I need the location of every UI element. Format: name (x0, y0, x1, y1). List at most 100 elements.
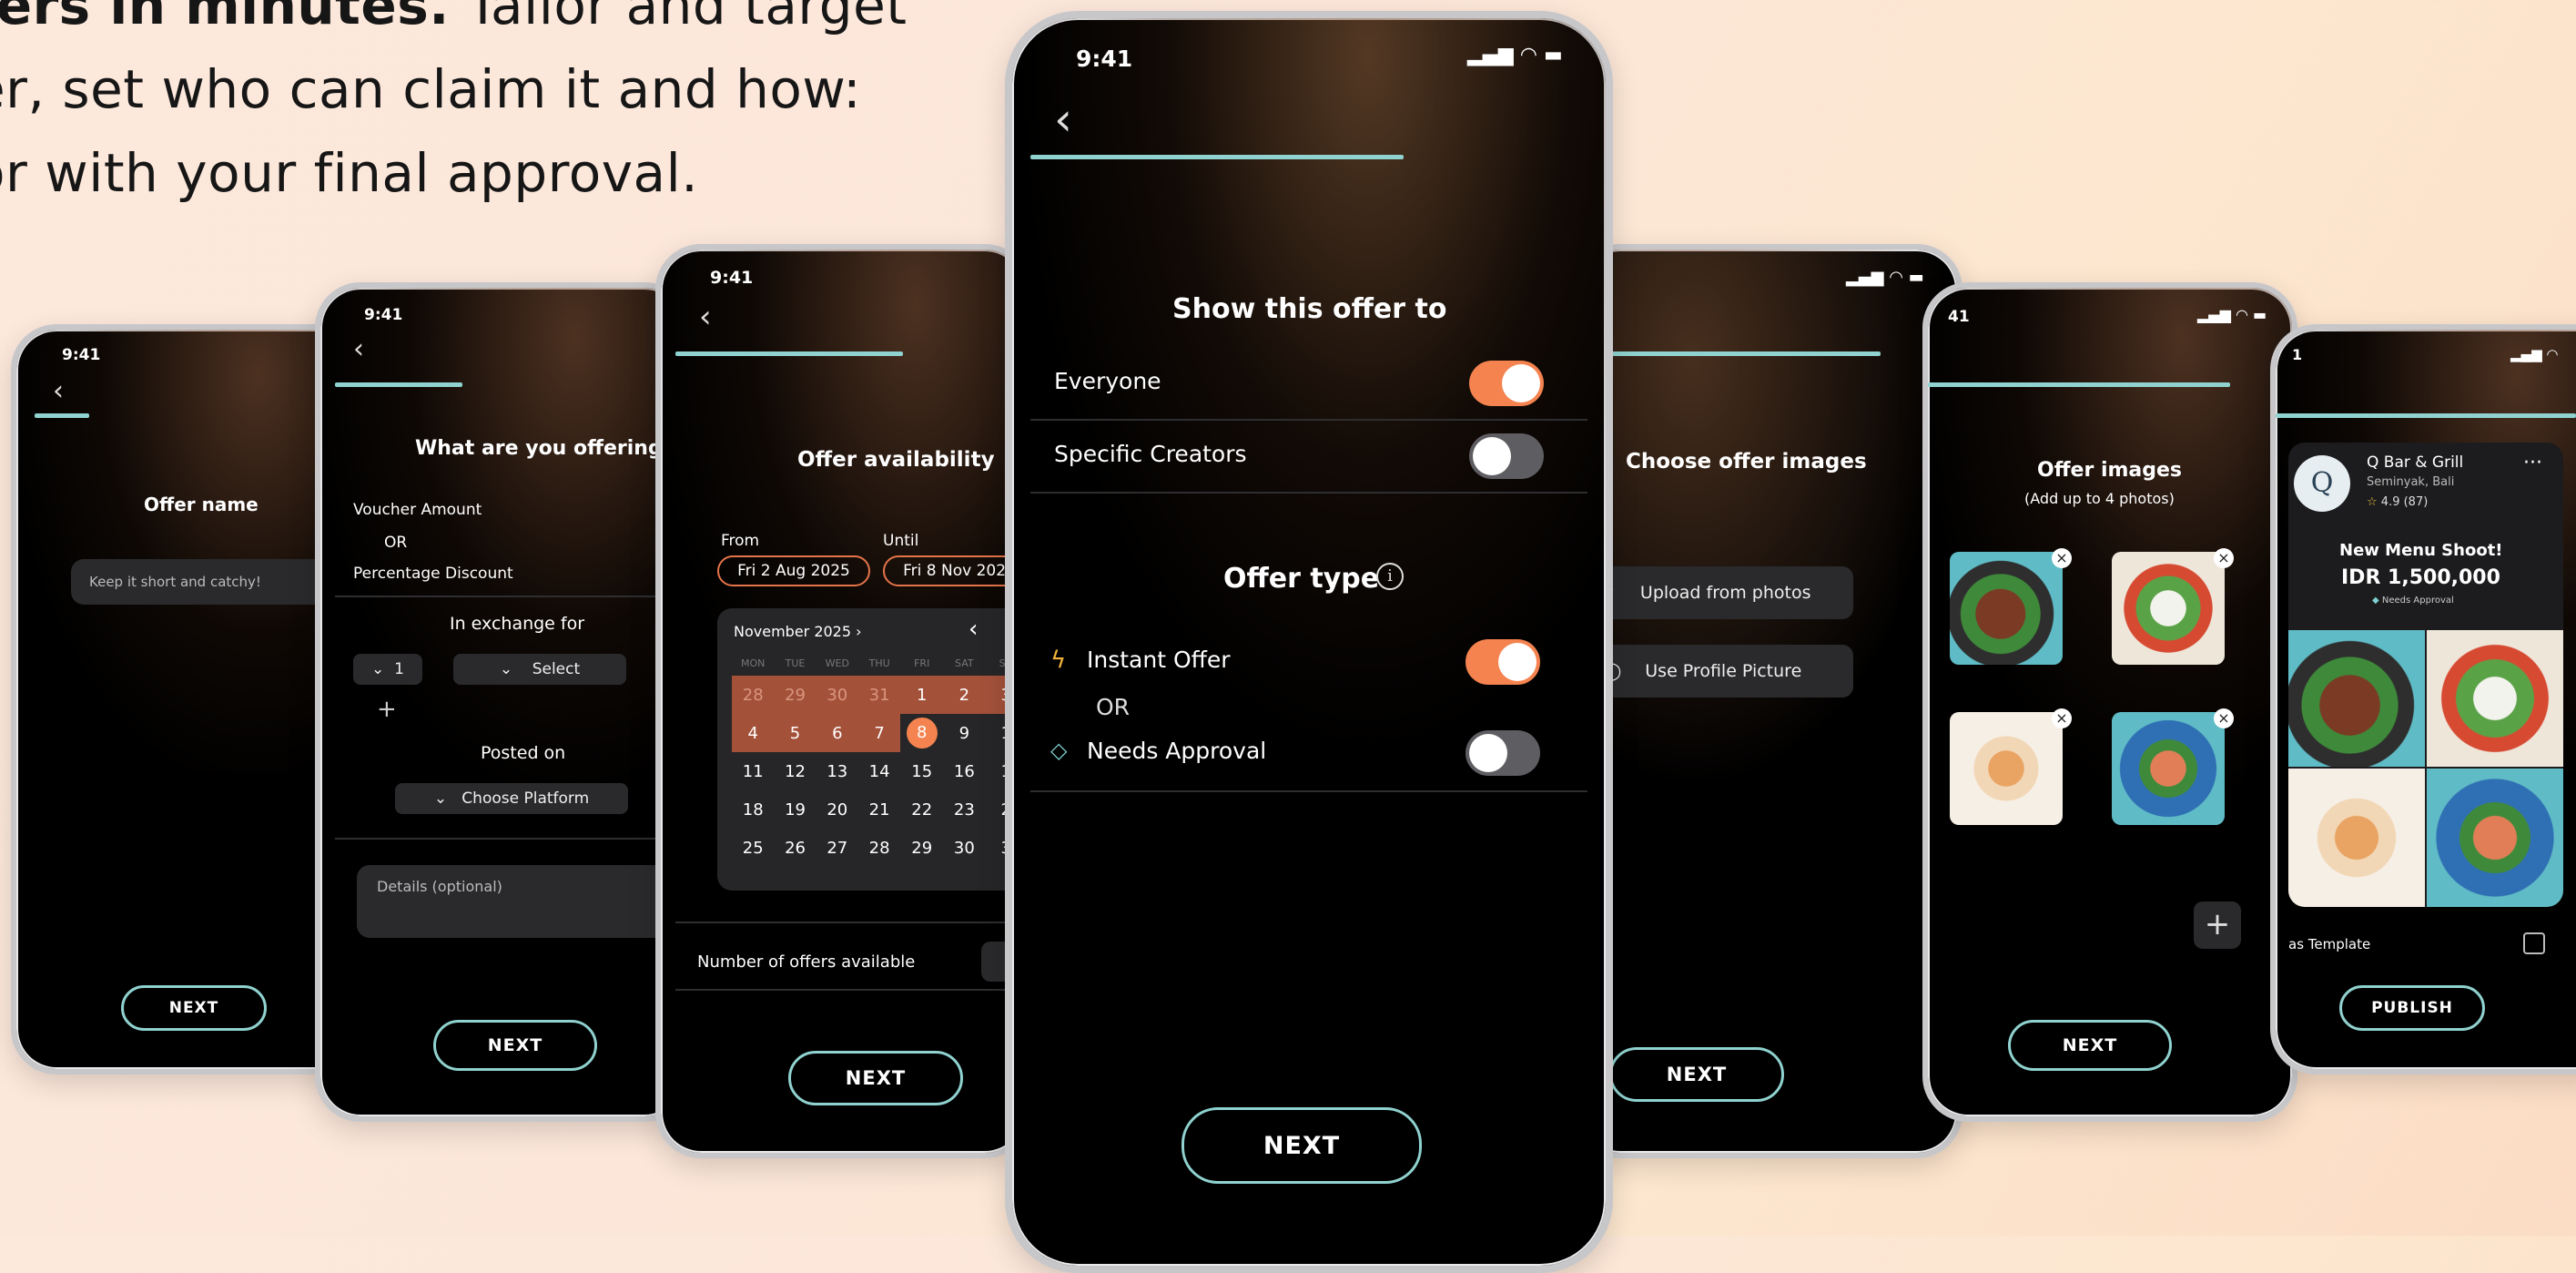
calendar-day[interactable]: 1 (900, 676, 944, 714)
specific-creators-label: Specific Creators (1054, 441, 1247, 467)
calendar-week: 1819202122232 (732, 790, 1025, 829)
next-button[interactable]: NEXT (1182, 1107, 1422, 1184)
calendar-day[interactable]: 23 (943, 790, 985, 829)
chevron-down-icon: ⌄ (371, 660, 395, 678)
hero-line1-rest: Tailor and target (449, 0, 908, 36)
calendar-day[interactable]: 13 (816, 752, 858, 790)
next-button[interactable]: NEXT (2008, 1020, 2172, 1071)
everyone-toggle[interactable] (1469, 361, 1544, 406)
lightning-icon: ϟ (1050, 647, 1067, 674)
instant-offer-label: Instant Offer (1087, 647, 1231, 673)
page-subtitle: (Add up to 4 photos) (2024, 490, 2175, 507)
calendar-day[interactable]: 27 (816, 829, 858, 867)
calendar-day[interactable]: 31 (858, 676, 901, 714)
calendar-day[interactable]: 12 (774, 752, 816, 790)
approval-badge: ◆ Needs Approval (2372, 596, 2454, 606)
show-offer-title: Show this offer to (1172, 293, 1447, 325)
weekday-label: WED (825, 657, 849, 669)
details-input[interactable]: Details (optional) (357, 865, 685, 938)
offer-card[interactable]: Q Q Bar & Grill Seminyak, Bali ☆ 4.9 (87… (2288, 443, 2563, 907)
calendar-day[interactable]: 20 (816, 790, 858, 829)
until-label: Until (883, 532, 919, 550)
calendar: November 2025 › ‹ MONTUEWEDTHUFRISATSU28… (717, 608, 1025, 891)
next-button[interactable]: NEXT (121, 985, 267, 1031)
back-icon[interactable]: ‹ (699, 299, 712, 335)
publish-button[interactable]: PUBLISH (2339, 985, 2485, 1031)
offer-image-4 (2112, 712, 2225, 825)
status-icons: ▂▄▆ ◠ ▬ (2197, 306, 2267, 323)
from-date-field[interactable]: Fri 2 Aug 2025 (717, 555, 870, 586)
phone-offer-availability: 9:41 ‹ Offer availability From Until Fri… (655, 244, 1030, 1158)
preview-image-1 (2288, 630, 2425, 767)
status-time: 9:41 (1076, 46, 1133, 72)
remove-image-icon[interactable]: × (2052, 708, 2072, 728)
back-icon[interactable]: ‹ (1054, 93, 1072, 146)
deliverable-select[interactable]: ⌄ Select (453, 654, 626, 685)
calendar-day[interactable]: 14 (858, 752, 900, 790)
calendar-week: 2526272829303 (732, 829, 1025, 867)
calendar-week: 1112131415161 (732, 752, 1025, 790)
selected-day[interactable]: 8 (906, 718, 938, 749)
needs-approval-toggle[interactable] (1465, 730, 1540, 776)
back-icon[interactable]: ‹ (353, 333, 364, 365)
calendar-day[interactable]: 19 (774, 790, 816, 829)
weekday-label: FRI (914, 657, 930, 669)
weekday-label: TUE (785, 657, 806, 669)
calendar-day[interactable]: 11 (732, 752, 774, 790)
weekday-label: MON (741, 657, 766, 669)
calendar-day[interactable]: 28 (732, 676, 775, 714)
upload-photos-button[interactable]: ⇪Upload from photos (1580, 566, 1853, 619)
calendar-day[interactable]: 7 (858, 714, 901, 752)
chevron-down-icon: ⌄ (433, 789, 462, 808)
calendar-day[interactable]: 18 (732, 790, 774, 829)
calendar-day[interactable]: 30 (816, 676, 859, 714)
calendar-day[interactable]: 5 (774, 714, 816, 752)
calendar-day[interactable]: 29 (774, 676, 816, 714)
next-button[interactable]: NEXT (788, 1051, 963, 1105)
quantity-stepper[interactable]: ⌄ 1 (353, 654, 422, 685)
instant-offer-toggle[interactable] (1465, 639, 1540, 685)
calendar-day[interactable]: 6 (816, 714, 859, 752)
calendar-day[interactable]: 28 (858, 829, 900, 867)
calendar-day[interactable]: 2 (943, 676, 986, 714)
remove-image-icon[interactable]: × (2214, 548, 2234, 568)
remove-image-icon[interactable]: × (2214, 708, 2234, 728)
calendar-day[interactable]: 8 (900, 714, 943, 752)
use-profile-picture-button[interactable]: ◯Use Profile Picture (1580, 645, 1853, 698)
everyone-label: Everyone (1054, 368, 1161, 394)
platform-select[interactable]: ⌄ Choose Platform (395, 783, 628, 814)
offer-price: IDR 1,500,000 (2341, 566, 2500, 589)
save-template-checkbox[interactable] (2523, 932, 2545, 954)
calendar-week: 28293031123 (732, 676, 1025, 714)
calendar-day[interactable]: 9 (943, 714, 985, 752)
calendar-day[interactable]: 21 (858, 790, 900, 829)
or-label: OR (1096, 694, 1131, 720)
info-icon[interactable]: i (1376, 563, 1404, 590)
calendar-day[interactable]: 16 (943, 752, 985, 790)
save-template-label: as Template (2288, 936, 2371, 952)
hero-line2: er, set who can claim it and how: (0, 58, 862, 120)
calendar-day[interactable]: 4 (732, 714, 775, 752)
hero-headline: fers in minutes. Tailor and target er, s… (0, 0, 928, 215)
calendar-day[interactable]: 30 (943, 829, 985, 867)
calendar-day[interactable]: 15 (900, 752, 943, 790)
back-icon[interactable]: ‹ (53, 375, 64, 407)
offer-name-input[interactable]: Keep it short and catchy! (71, 559, 344, 605)
calendar-day[interactable]: 25 (732, 829, 774, 867)
calendar-day[interactable]: 29 (900, 829, 943, 867)
calendar-day[interactable]: 26 (774, 829, 816, 867)
prev-month-icon[interactable]: ‹ (969, 616, 978, 643)
remove-image-icon[interactable]: × (2052, 548, 2072, 568)
calendar-month[interactable]: November 2025 › (734, 623, 862, 640)
specific-creators-toggle[interactable] (1469, 433, 1544, 479)
next-button[interactable]: NEXT (433, 1020, 597, 1071)
weekday-label: THU (868, 657, 890, 669)
next-button[interactable]: NEXT (1609, 1047, 1784, 1102)
add-photo-button[interactable]: + (2194, 901, 2241, 949)
calendar-day[interactable]: 22 (900, 790, 943, 829)
more-icon[interactable]: ··· (2523, 452, 2542, 474)
add-icon[interactable]: + (377, 696, 397, 723)
phone-what-offering: 9:41 ‹ What are you offering? Voucher Am… (315, 282, 690, 1122)
venue-location: Seminyak, Bali (2367, 475, 2455, 489)
status-time: 9:41 (710, 268, 754, 288)
